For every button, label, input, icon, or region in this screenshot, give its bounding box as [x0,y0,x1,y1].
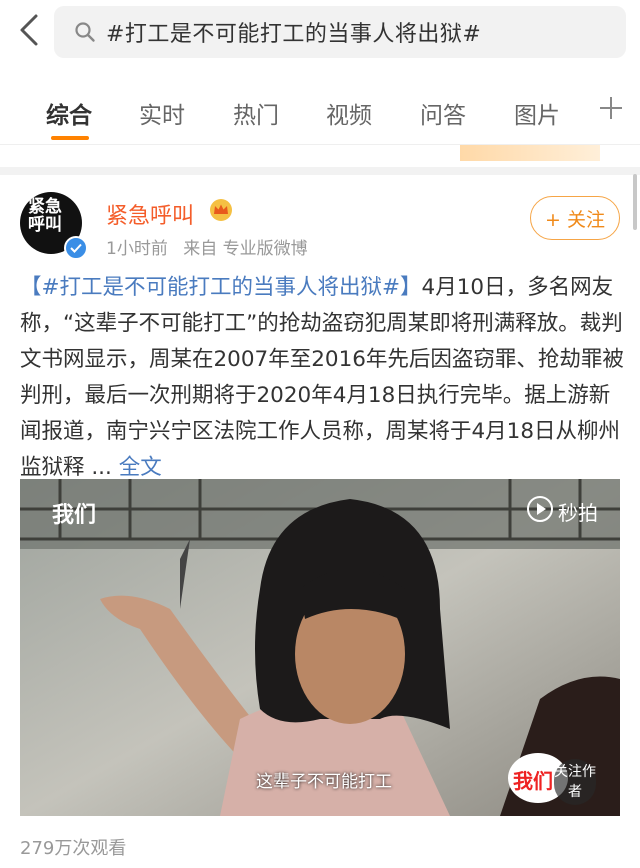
tab-comprehensive[interactable]: 综合 [46,96,92,130]
tab-images[interactable]: 图片 [514,96,560,130]
search-icon [74,21,96,43]
post-body-text: 4月10日，多名网友称，“这辈子不可能打工”的抢劫盗窃犯周某即将刑满释放。裁判文… [20,275,624,480]
scrollbar[interactable] [633,174,637,230]
post-time: 1小时前 [106,239,168,259]
video-player[interactable]: 我们 秒拍 这辈子不可能打工 我们 关注作者 [20,479,620,816]
full-text-link[interactable]: 全文 [119,455,162,480]
top-bar: #打工是不可能打工的当事人将出狱# [0,0,640,76]
video-watermark-left: 我们 [52,503,97,528]
post-source: 来自 专业版微博 [183,239,308,259]
back-arrow-icon[interactable] [18,13,40,51]
tab-video[interactable]: 视频 [326,96,372,130]
follow-author-label[interactable]: 关注作者 [554,759,596,805]
search-query[interactable]: #打工是不可能打工的当事人将出狱# [106,16,481,48]
tab-bar: 综合 实时 热门 视频 问答 图片 [0,76,640,145]
video-watermark-text: 秒拍 [558,501,598,525]
author-logo-text: 我们 [513,769,553,793]
clipped-banner [460,145,600,161]
plus-icon[interactable] [596,97,626,127]
view-count: 279万次观看 [20,838,127,859]
tab-realtime[interactable]: 实时 [139,96,185,130]
clipped-previous-content [0,145,640,167]
username[interactable]: 紧急呼叫 [106,198,194,230]
follow-author-button[interactable]: 我们 关注作者 [508,745,600,805]
back-button[interactable] [12,14,46,50]
post-text: 【#打工是不可能打工的当事人将出狱#】4月10日，多名网友称，“这辈子不可能打工… [20,270,624,486]
post-meta: 1小时前 来自 专业版微博 [106,234,308,259]
verified-badge-icon [64,236,88,260]
hashtag-link[interactable]: 【#打工是不可能打工的当事人将出狱#】 [20,275,422,300]
tab-hot[interactable]: 热门 [233,96,279,130]
section-divider [0,167,640,175]
search-box[interactable]: #打工是不可能打工的当事人将出狱# [54,6,626,58]
avatar-text: 紧急 呼叫 [28,197,62,235]
play-icon [526,495,554,528]
crown-badge-icon [208,198,234,222]
tab-qa[interactable]: 问答 [420,96,466,130]
video-watermark-right: 秒拍 [526,495,598,528]
active-tab-indicator [51,136,89,140]
plus-button[interactable] [596,93,626,123]
follow-button[interactable]: + 关注 [530,196,620,240]
video-subtitle: 这辈子不可能打工 [256,772,392,792]
